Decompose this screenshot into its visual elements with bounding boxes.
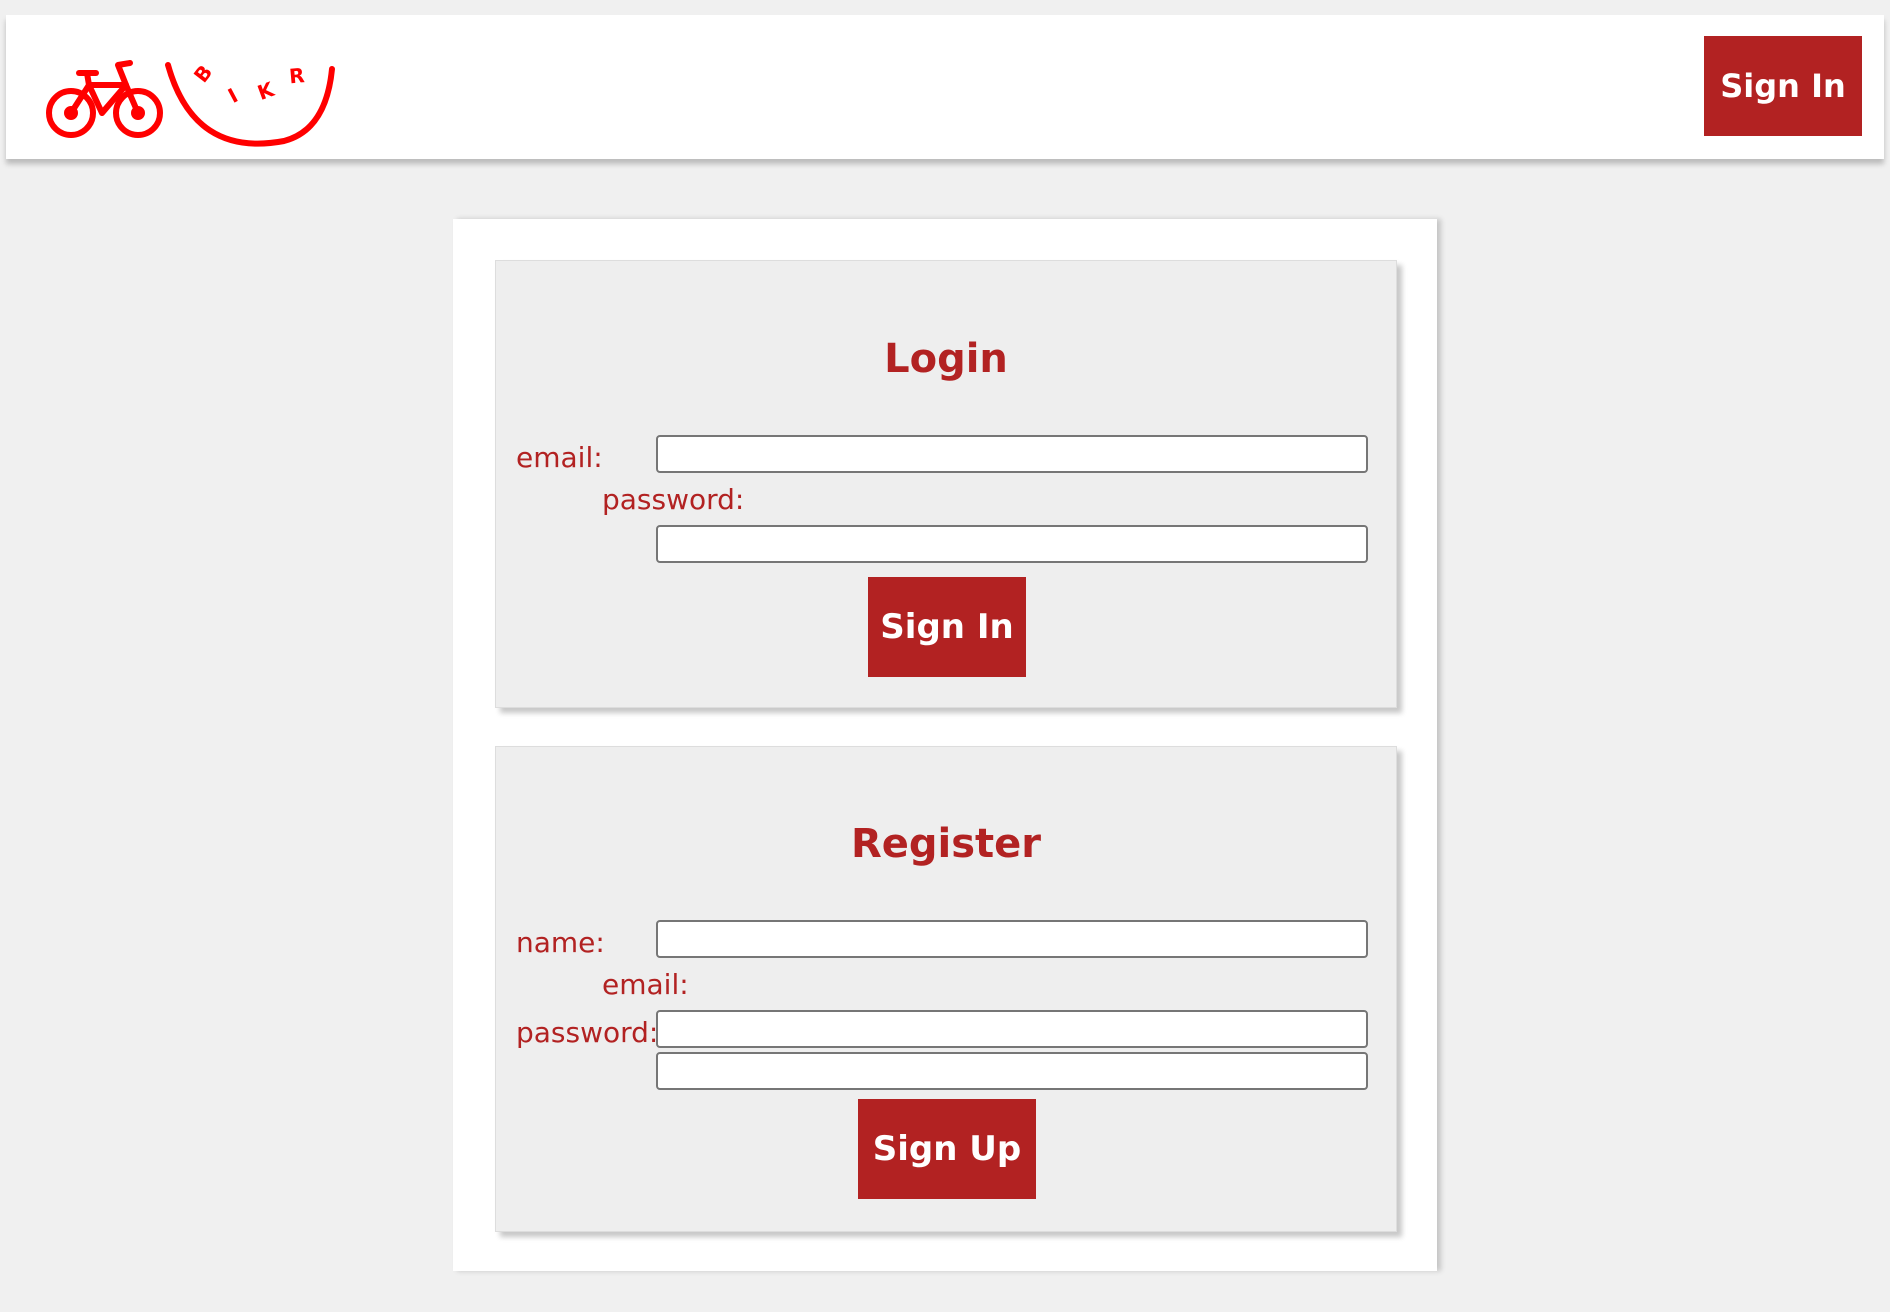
login-form: Login email: password: Sign In: [495, 260, 1397, 708]
login-password-input[interactable]: [656, 525, 1368, 563]
register-name-label: name:: [516, 926, 605, 959]
bikr-logo[interactable]: B I K R: [44, 45, 344, 150]
register-email-input[interactable]: [656, 1010, 1368, 1048]
bicycle-logo-icon: B I K R: [46, 60, 335, 147]
login-email-label: email:: [516, 441, 603, 474]
register-form: Register name: email: password: Sign Up: [495, 746, 1397, 1232]
register-email-label: email:: [602, 968, 689, 1001]
svg-text:R: R: [288, 63, 305, 88]
header-sign-in-button[interactable]: Sign In: [1704, 36, 1862, 136]
register-password-input[interactable]: [656, 1052, 1368, 1090]
login-password-label: password:: [602, 483, 745, 516]
login-email-input[interactable]: [656, 435, 1368, 473]
svg-text:I: I: [224, 83, 242, 108]
register-title: Register: [850, 821, 1042, 867]
register-name-input[interactable]: [656, 920, 1368, 958]
svg-text:B: B: [189, 60, 217, 87]
svg-text:K: K: [254, 77, 278, 105]
top-navbar: B I K R Sign In: [6, 15, 1884, 159]
login-sign-in-button[interactable]: Sign In: [868, 577, 1026, 677]
register-password-label: password:: [516, 1016, 659, 1049]
sign-up-button[interactable]: Sign Up: [858, 1099, 1036, 1199]
auth-card: Login email: password: Sign In Register …: [453, 219, 1437, 1271]
login-title: Login: [884, 336, 1008, 382]
